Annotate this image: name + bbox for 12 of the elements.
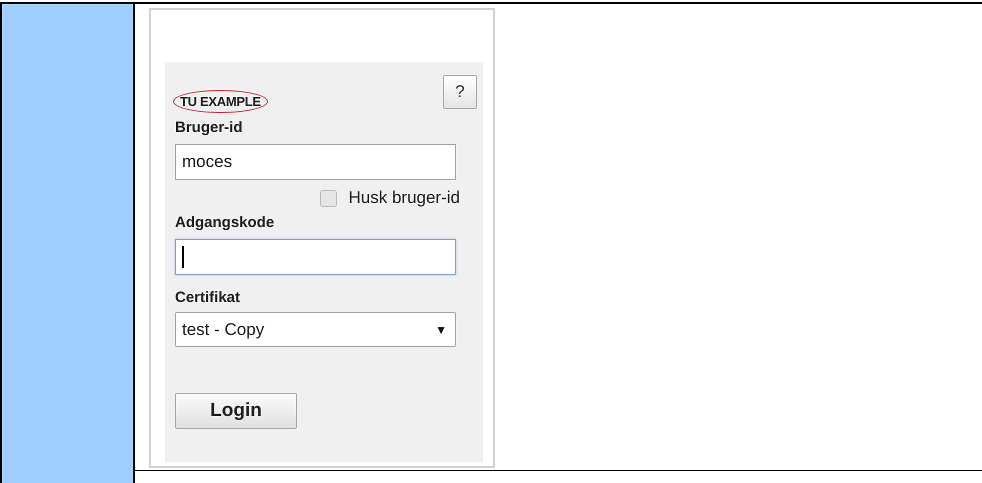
- field-label: Adgangskode: [175, 214, 276, 231]
- field-label: Bruger-id: [175, 119, 244, 136]
- certificate-select[interactable]: test - Copy ▼: [175, 312, 456, 347]
- login-title: TU EXAMPLE: [173, 90, 268, 113]
- checkbox-label: Husk bruger-id: [348, 188, 460, 208]
- field-label: Certifikat: [175, 289, 242, 306]
- user-id-field[interactable]: moces: [175, 144, 456, 180]
- help-button[interactable]: ?: [443, 75, 477, 109]
- text-cursor: [182, 246, 184, 268]
- login-button[interactable]: Login: [175, 393, 297, 429]
- remember-checkbox[interactable]: [320, 190, 336, 206]
- password-field[interactable]: [175, 239, 456, 275]
